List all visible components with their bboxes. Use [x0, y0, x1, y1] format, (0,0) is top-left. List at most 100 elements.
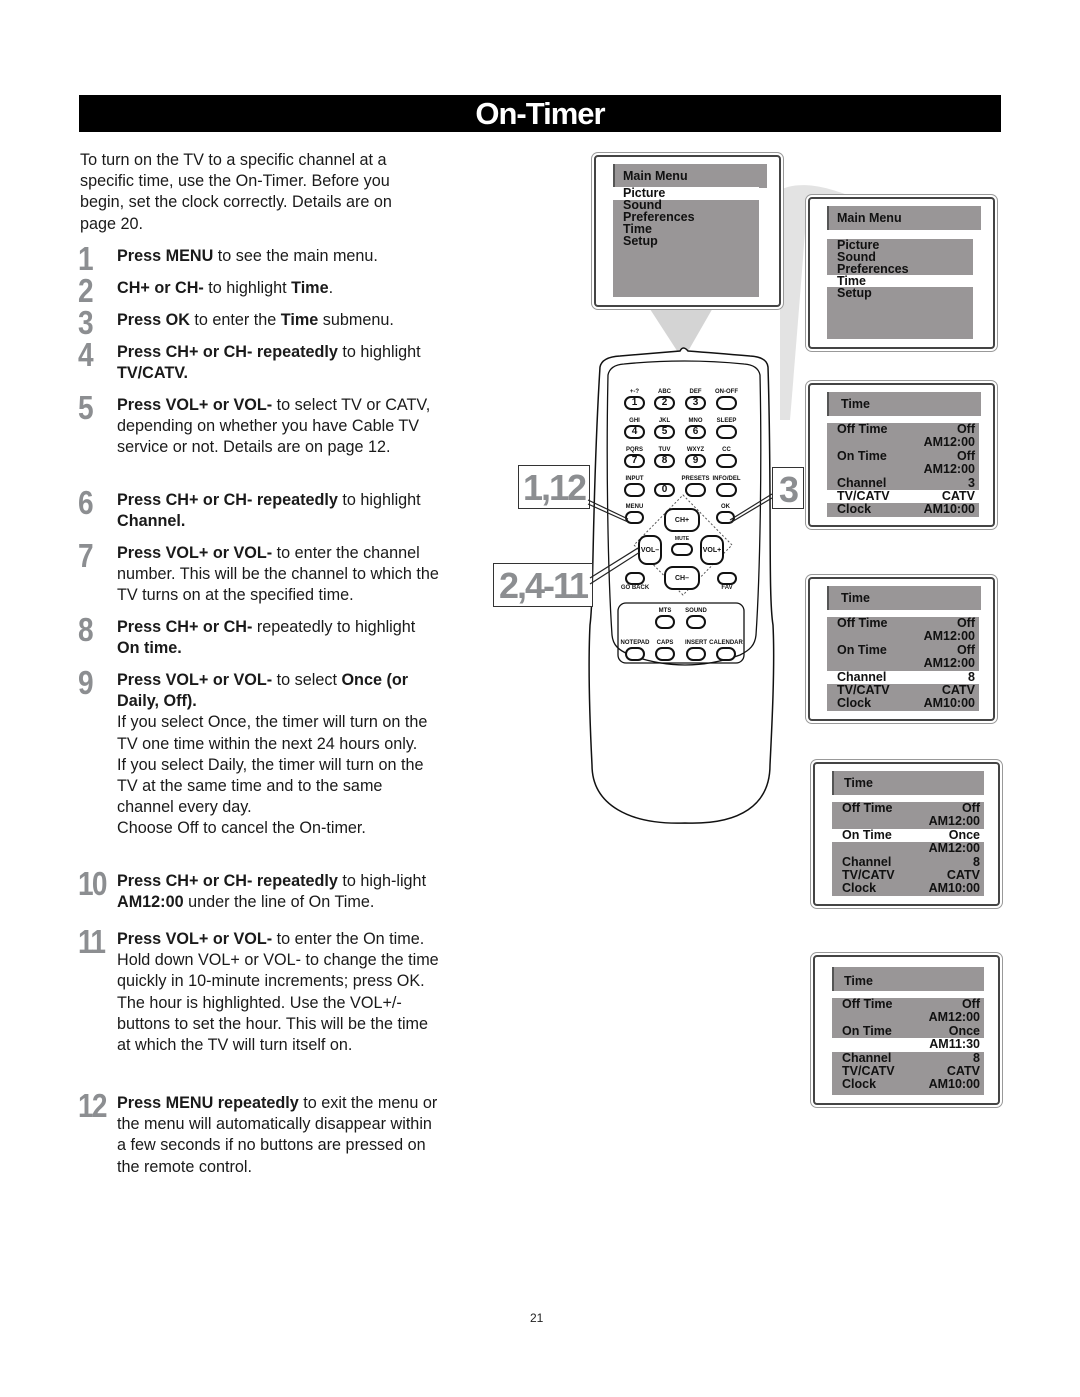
- button-face: 1: [624, 396, 645, 410]
- time-row: On Time Off: [827, 642, 979, 657]
- time-row: TV/CATV CATV: [832, 1065, 984, 1078]
- button-face: [716, 396, 737, 410]
- menu-item-label: Setup: [837, 286, 872, 300]
- time-row-value: Off: [956, 448, 975, 463]
- time-row: Off Time Off: [832, 802, 984, 815]
- time-row-value: AM12:00: [923, 435, 975, 450]
- osd-header: Time: [827, 586, 981, 610]
- time-row: AM12:00: [827, 436, 979, 449]
- time-row: Clock AM10:00: [832, 1078, 984, 1091]
- time-row-label: Channel: [842, 1050, 892, 1065]
- remote-vol-up-button[interactable]: VOL+: [700, 535, 724, 565]
- remote-ch-down-button[interactable]: CH–: [664, 566, 700, 590]
- remote-insert-button[interactable]: INSERT: [685, 639, 707, 661]
- time-row: Channel 8: [827, 669, 979, 684]
- remote-ok-button[interactable]: OK: [716, 503, 735, 524]
- time-row-label: Channel: [837, 475, 887, 490]
- remote-vol-down-button[interactable]: VOL–: [638, 535, 662, 565]
- button-face: [655, 647, 675, 661]
- remote-key-1[interactable]: +-? 1: [624, 388, 645, 410]
- osd-body: Picture Sound Preferences Time Setup: [613, 187, 759, 297]
- remote-ch-up-button[interactable]: CH+: [664, 508, 700, 532]
- time-row-value: AM12:00: [923, 462, 975, 477]
- button-caption: INPUT: [625, 476, 644, 482]
- button-face: [625, 572, 645, 585]
- time-row-value: AM12:00: [928, 841, 980, 856]
- time-row-value: Off: [956, 422, 975, 436]
- time-row-value: CATV: [941, 683, 975, 697]
- remote-key-5[interactable]: JKL 5: [654, 417, 675, 439]
- button-caption: SOUND: [685, 608, 707, 614]
- time-row-value: 8: [973, 854, 980, 869]
- time-row-value: AM12:00: [923, 656, 975, 671]
- time-row-label: Off Time: [842, 997, 893, 1011]
- remote-calendar-button[interactable]: CALENDAR: [709, 639, 743, 661]
- button-face: [624, 483, 645, 497]
- remote-key-sleep[interactable]: SLEEP: [716, 417, 737, 439]
- button-face: [625, 511, 644, 524]
- osd-body: Picture Sound Preferences Time Setup: [827, 239, 973, 339]
- remote-key-cc[interactable]: CC: [716, 446, 737, 468]
- time-row: AM11:30: [832, 1037, 984, 1052]
- osd-header: Time: [832, 967, 984, 991]
- page-number: 21: [530, 1311, 544, 1325]
- time-row-label: Clock: [842, 881, 877, 896]
- remote-mute-button[interactable]: [671, 543, 693, 556]
- remote-go-back-button[interactable]: GO BACK: [621, 572, 649, 591]
- remote-key-7[interactable]: PQRS 7: [624, 446, 645, 468]
- osd-main-menu-2: Main Menu Picture Sound Preferences Time Set…: [808, 197, 995, 349]
- time-row: TV/CATV CATV: [827, 489, 979, 504]
- remote-key-6[interactable]: MNO 6: [685, 417, 706, 439]
- time-row: On Time Off: [827, 448, 979, 463]
- mute-caption: MUTE: [674, 536, 690, 542]
- remote-key-9[interactable]: WXYZ 9: [685, 446, 706, 468]
- remote-fav-button[interactable]: FAV: [717, 572, 737, 591]
- menu-item-label: Setup: [623, 234, 658, 248]
- button-face: [686, 647, 706, 661]
- time-row: On Time Once: [832, 828, 984, 843]
- time-row: Channel 8: [832, 1050, 984, 1065]
- callout-nav-steps: 2,4-11: [493, 563, 593, 607]
- time-row: Clock AM10:00: [827, 697, 979, 710]
- remote-key-2[interactable]: ABC 2: [654, 388, 675, 410]
- time-row-label: Clock: [837, 696, 872, 711]
- time-row-value: AM10:00: [923, 502, 975, 517]
- remote-menu-button[interactable]: MENU: [625, 503, 644, 524]
- time-row-value: Off: [961, 801, 980, 815]
- button-face: [716, 511, 735, 524]
- time-row-label: Off Time: [837, 616, 888, 630]
- time-row-value: AM10:00: [923, 696, 975, 711]
- time-row-label: Clock: [842, 1077, 877, 1092]
- remote-key-on-off[interactable]: ON-OFF: [715, 388, 738, 410]
- callout-menu-steps: 1,12: [518, 465, 590, 509]
- time-row: Channel 8: [832, 854, 984, 869]
- button-face: [685, 483, 706, 497]
- time-row-value: Off: [956, 642, 975, 657]
- time-row-label: On Time: [842, 1023, 892, 1038]
- time-row-value: AM12:00: [928, 814, 980, 829]
- osd-body: Off Time Off AM12:00 On Time Once AM12:00 Chan…: [832, 802, 984, 896]
- time-row-label: Channel: [837, 669, 887, 684]
- button-face: [625, 647, 645, 661]
- button-face: [716, 483, 737, 497]
- remote-sound-button[interactable]: SOUND: [685, 607, 707, 629]
- remote-notepad-button[interactable]: NOTEPAD: [621, 639, 649, 661]
- time-row: Off Time Off: [827, 423, 979, 436]
- time-row-value: AM11:30: [929, 1037, 980, 1052]
- remote-key-presets[interactable]: PRESETS: [681, 475, 710, 497]
- time-row-value: Off: [956, 616, 975, 630]
- time-row-value: CATV: [941, 489, 975, 503]
- remote-key-8[interactable]: TUV 8: [654, 446, 675, 468]
- remote-caps-button[interactable]: CAPS: [655, 639, 675, 661]
- remote-key-0[interactable]: 0: [654, 475, 675, 497]
- osd-body: Off Time Off AM12:00 On Time Off AM12:00 Chann…: [827, 423, 979, 517]
- remote-key-3[interactable]: DEF 3: [685, 388, 706, 410]
- time-row-value: 8: [973, 1050, 980, 1065]
- time-row-value: CATV: [946, 868, 980, 882]
- remote-key-4[interactable]: GHI 4: [624, 417, 645, 439]
- time-row: Off Time Off: [827, 617, 979, 630]
- osd-header: Main Menu: [613, 164, 767, 188]
- remote-key-input[interactable]: INPUT: [624, 475, 645, 497]
- remote-mts-button[interactable]: MTS: [655, 607, 675, 629]
- remote-key-info-del[interactable]: INFO/DEL: [713, 475, 741, 497]
